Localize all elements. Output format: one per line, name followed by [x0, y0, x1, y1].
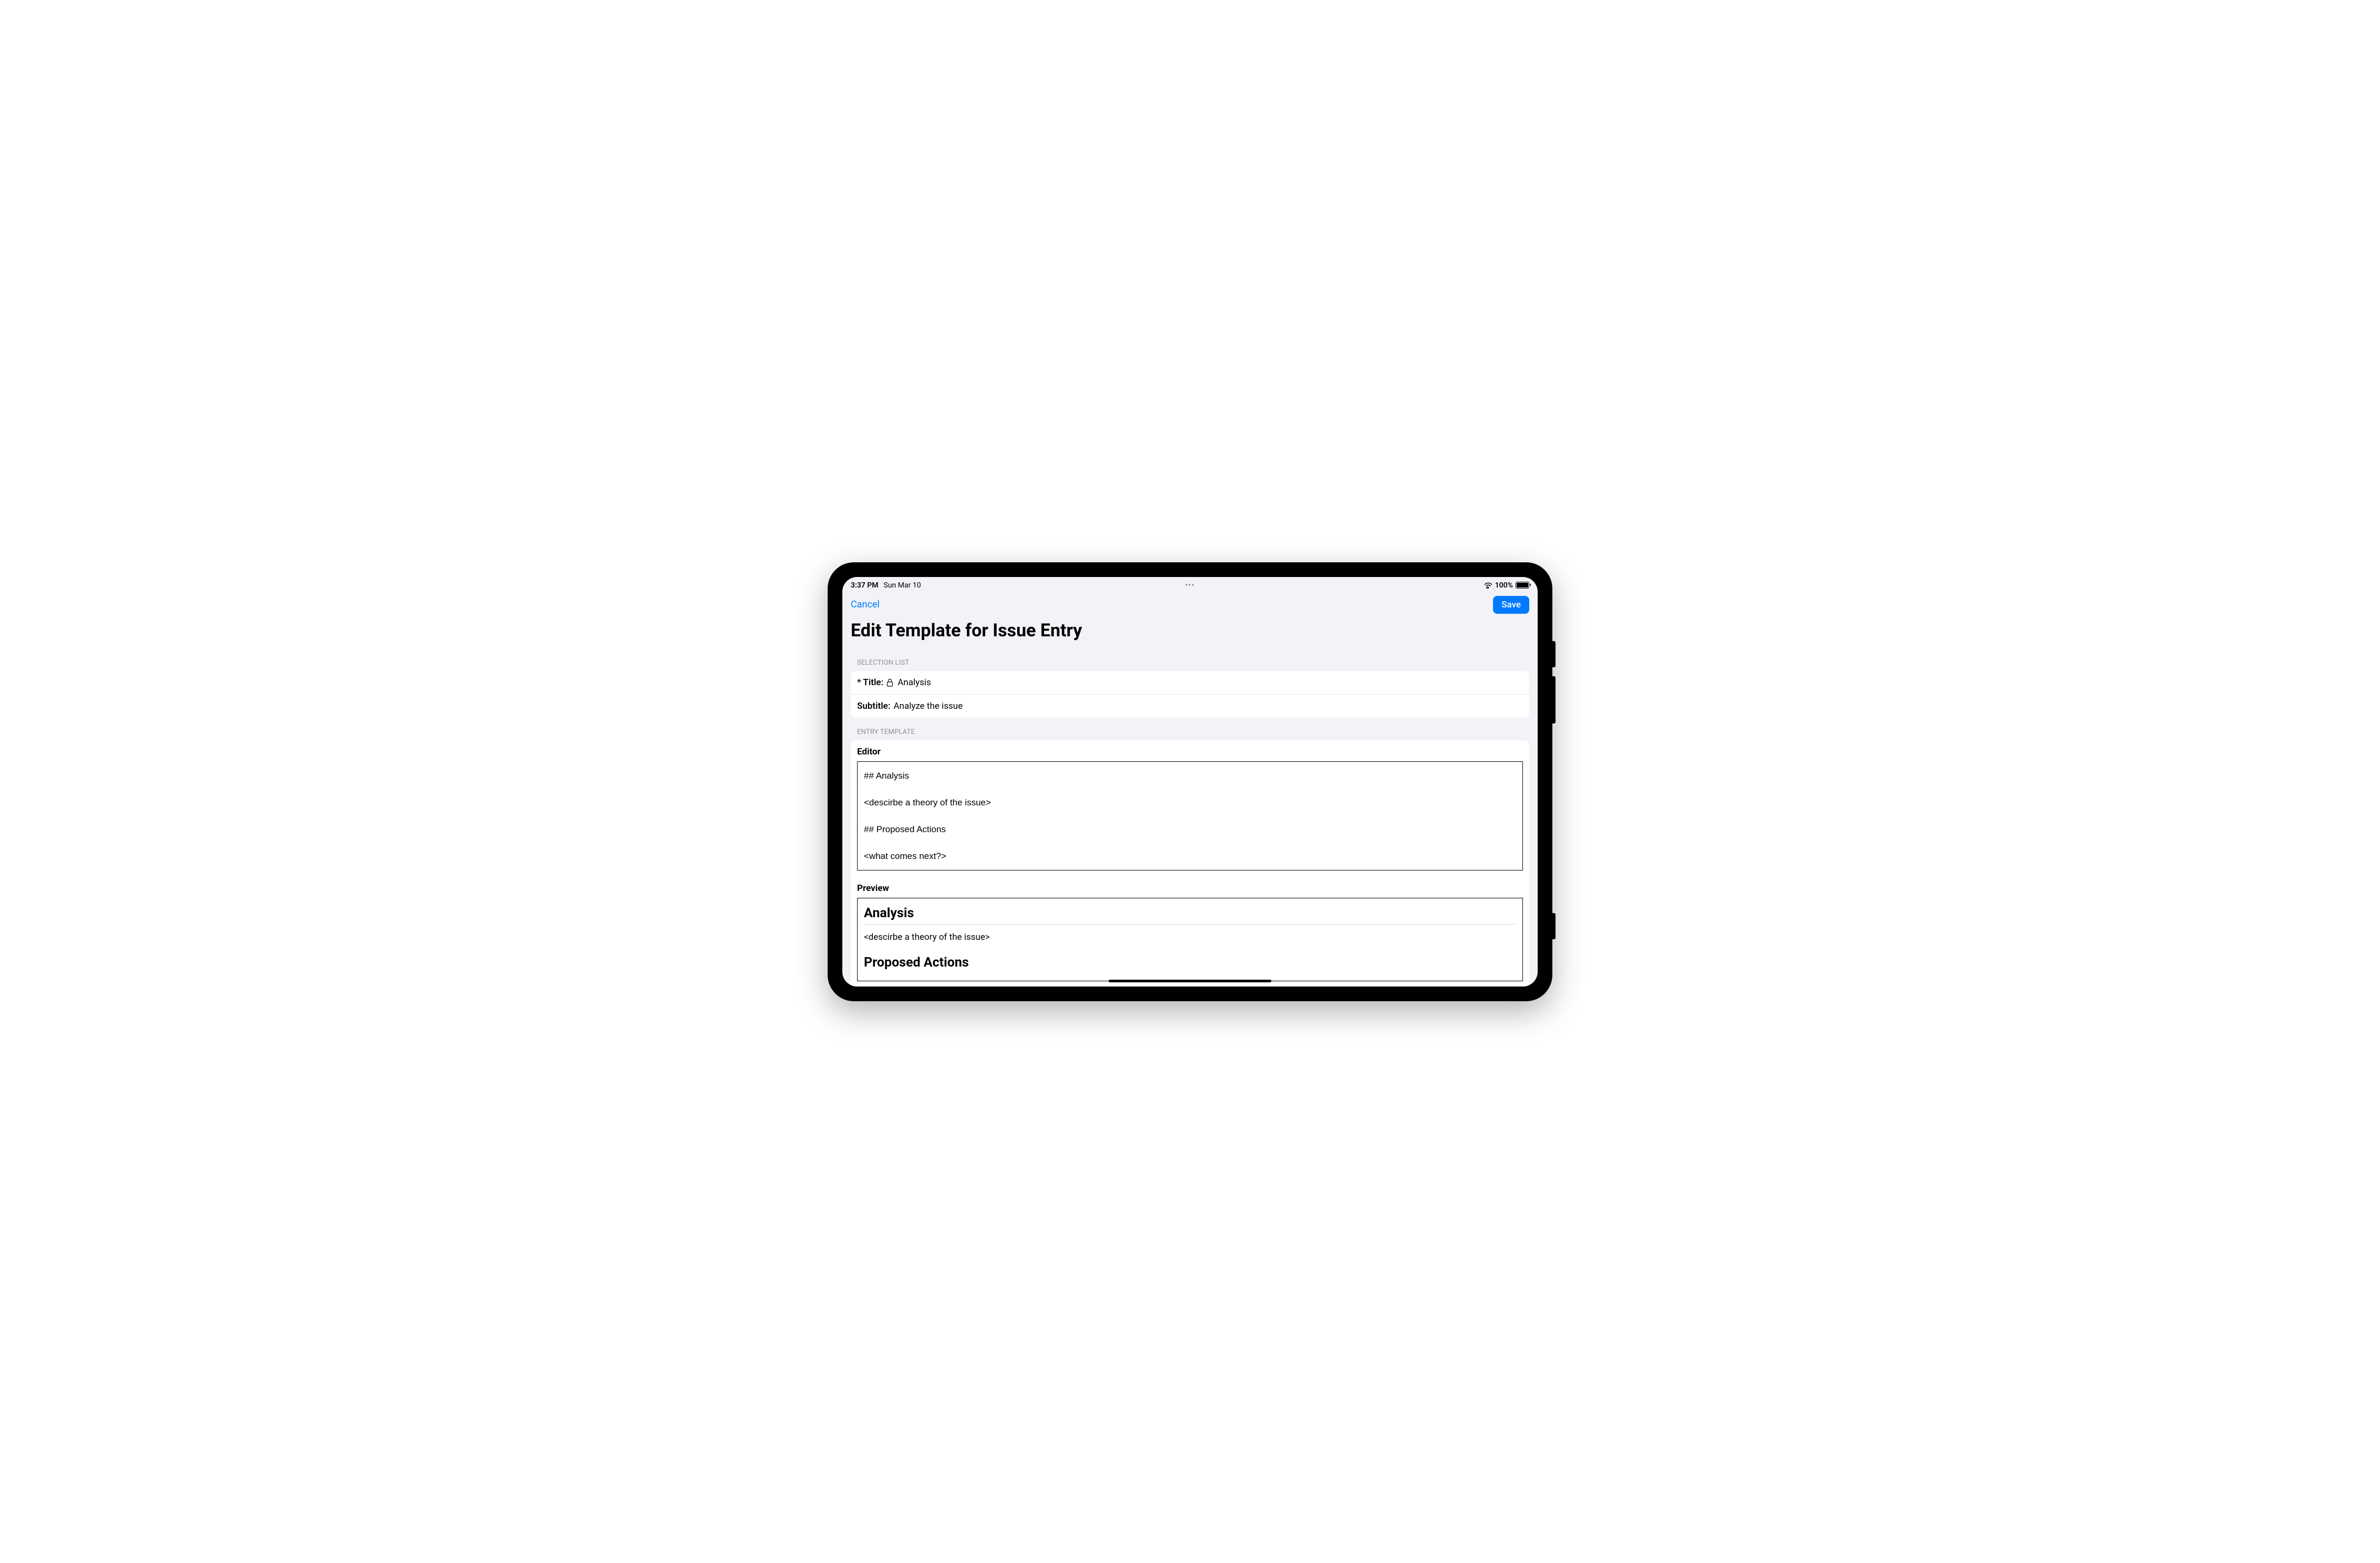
cancel-button[interactable]: Cancel — [851, 599, 880, 610]
preview-divider — [864, 924, 1516, 925]
page-title: Edit Template for Issue Entry — [842, 617, 1538, 648]
multitask-dots-icon[interactable]: ••• — [1185, 581, 1195, 590]
status-time: 3:37 PM — [851, 581, 879, 590]
subtitle-field[interactable] — [893, 701, 1523, 711]
home-indicator[interactable] — [1109, 980, 1271, 982]
title-field[interactable] — [897, 677, 1523, 688]
selection-list-card: * Title: Subtitle: — [851, 671, 1529, 718]
battery-icon — [1516, 582, 1529, 589]
subtitle-label: Subtitle: — [857, 701, 890, 711]
wifi-icon — [1484, 582, 1492, 589]
selection-list-header: SELECTION LIST — [842, 648, 1538, 671]
save-button[interactable]: Save — [1493, 596, 1529, 614]
title-row[interactable]: * Title: — [851, 671, 1529, 695]
status-right: 100% — [1484, 581, 1529, 590]
entry-template-header: ENTRY TEMPLATE — [842, 718, 1538, 740]
status-date: Sun Mar 10 — [884, 581, 921, 590]
editor-textarea[interactable]: ## Analysis <descirbe a theory of the is… — [857, 761, 1523, 871]
status-left: 3:37 PM Sun Mar 10 — [851, 581, 921, 590]
power-button[interactable] — [1552, 641, 1556, 667]
ipad-frame: 3:37 PM Sun Mar 10 ••• 100% Cancel Save … — [828, 562, 1552, 1001]
preview-heading-2: Proposed Actions — [864, 955, 1516, 970]
preview-body-1: <descirbe a theory of the issue> — [864, 932, 1516, 942]
status-bar: 3:37 PM Sun Mar 10 ••• 100% — [842, 577, 1538, 592]
volume-button[interactable] — [1552, 676, 1556, 723]
screen: 3:37 PM Sun Mar 10 ••• 100% Cancel Save … — [842, 577, 1538, 987]
side-button[interactable] — [1552, 913, 1556, 939]
editor-label: Editor — [857, 747, 1523, 757]
content: SELECTION LIST * Title: Subtitle: ENTRY — [842, 648, 1538, 987]
preview-label: Preview — [857, 883, 1523, 894]
preview-area: Analysis <descirbe a theory of the issue… — [857, 898, 1523, 981]
lock-icon — [886, 678, 893, 687]
nav-bar: Cancel Save — [842, 592, 1538, 617]
subtitle-row[interactable]: Subtitle: — [851, 695, 1529, 718]
entry-template-card: Editor ## Analysis <descirbe a theory of… — [851, 740, 1529, 987]
battery-percent: 100% — [1495, 581, 1513, 590]
title-label: * Title: — [857, 677, 883, 688]
preview-heading-1: Analysis — [864, 906, 1516, 921]
